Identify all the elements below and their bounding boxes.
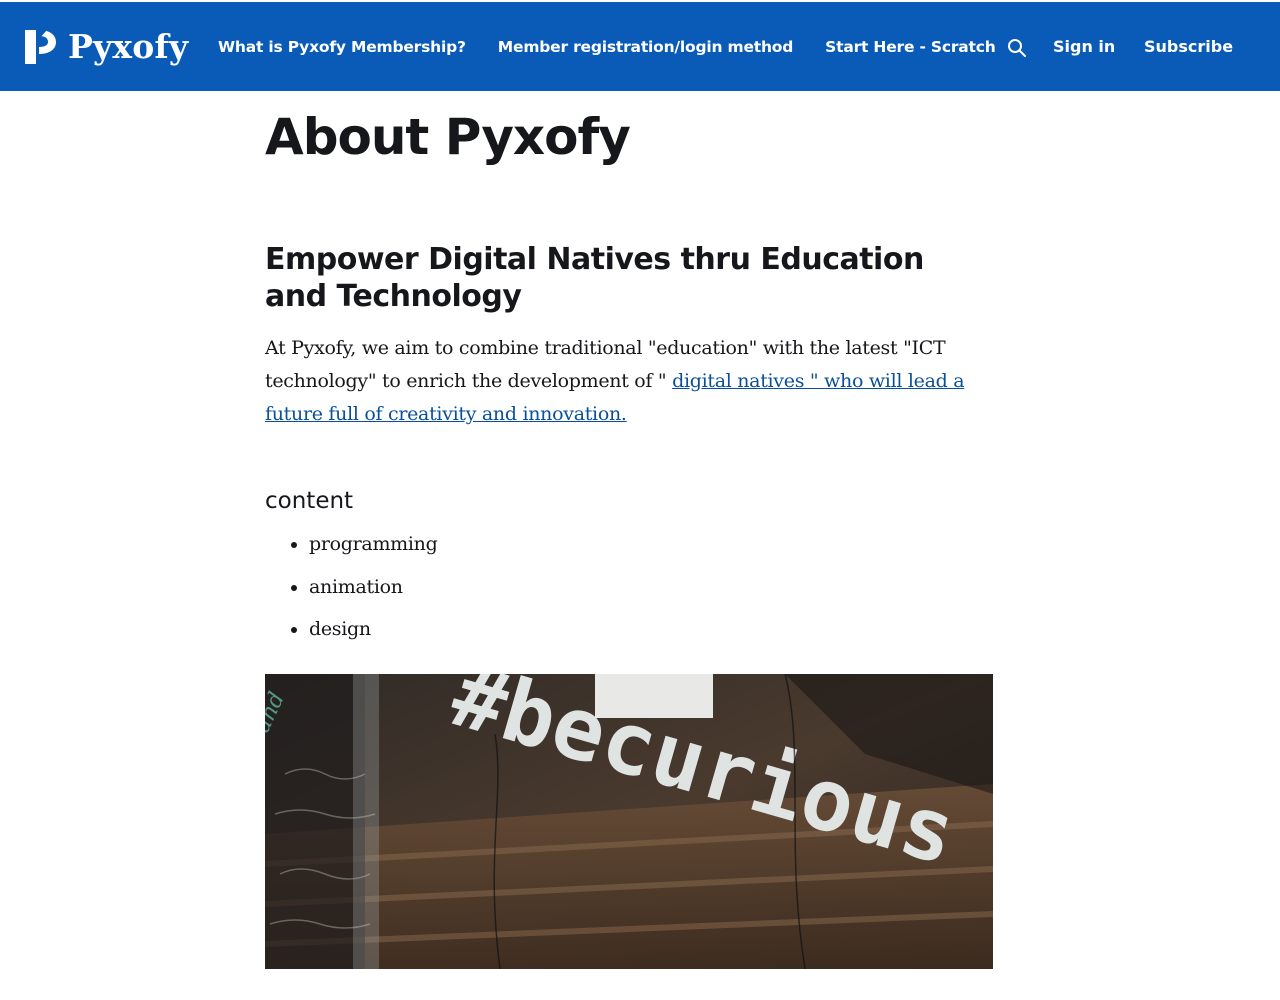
brand-logo-link[interactable]: Pyxofy xyxy=(22,26,188,68)
page-title: About Pyxofy xyxy=(265,108,631,166)
brand-name: Pyxofy xyxy=(68,27,189,66)
nav-item-membership[interactable]: What is Pyxofy Membership? xyxy=(218,38,466,56)
content-list: programming animation design xyxy=(265,529,993,644)
section-heading: Empower Digital Natives thru Education a… xyxy=(265,242,924,314)
top-nav-bar: Pyxofy What is Pyxofy Membership? Member… xyxy=(0,2,1280,91)
search-icon[interactable] xyxy=(1007,38,1027,58)
list-item: design xyxy=(309,614,993,644)
nav-item-registration[interactable]: Member registration/login method xyxy=(498,38,794,56)
list-item: programming xyxy=(309,529,993,559)
nav-item-start-scratch[interactable]: Start Here - Scratch xyxy=(825,38,996,56)
content-heading: content xyxy=(265,488,354,514)
main-nav: What is Pyxofy Membership? Member regist… xyxy=(218,2,1028,91)
list-item: animation xyxy=(309,572,993,602)
becurious-window-photo: and #becurious xyxy=(265,674,993,969)
intro-paragraph: At Pyxofy, we aim to combine traditional… xyxy=(265,332,993,431)
article-content: About Pyxofy Empower Digital Natives thr… xyxy=(265,91,993,657)
pyxofy-logo-icon xyxy=(25,30,56,64)
sign-in-link[interactable]: Sign in xyxy=(1053,37,1115,56)
subscribe-link[interactable]: Subscribe xyxy=(1144,37,1233,56)
hero-image: and #becurious xyxy=(265,674,993,969)
